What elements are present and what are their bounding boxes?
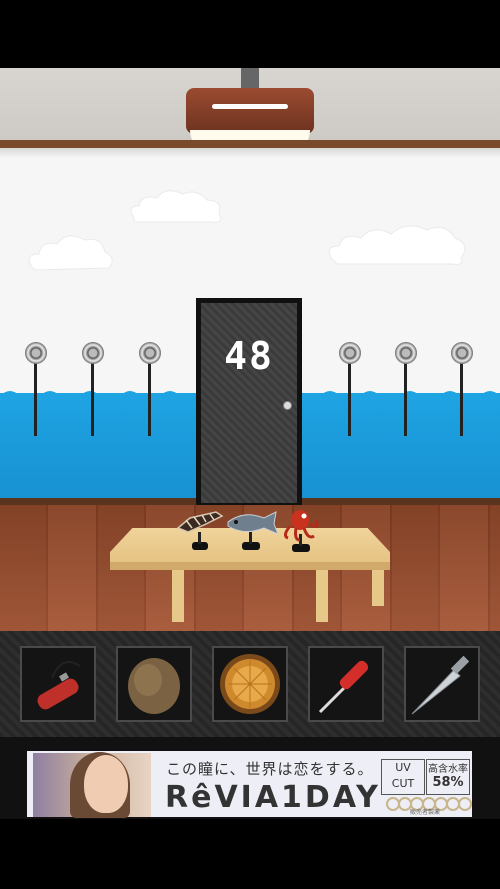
ceiling-lamp[interactable] [186,88,314,134]
hook-stem [348,356,351,436]
wall-shadow [0,148,500,158]
ceiling-trim [0,140,500,148]
table-leg [172,568,184,622]
ad-uv-line1: UV [395,761,411,774]
inventory-slot-1[interactable] [20,646,96,722]
cloud-icon [328,225,466,265]
hook-stem [460,356,463,436]
lamp-slit [212,104,288,109]
ad-brand: RêVIA1DAY [165,780,381,815]
wooden-bucket-icon [220,654,280,714]
ad-model-face [84,755,128,813]
ad-rate-value: 58% [432,775,464,790]
wall-hook-2[interactable] [82,342,104,364]
inventory-slot-2[interactable] [116,646,192,722]
screwdriver-icon [318,660,369,714]
ad-maker: 販売者製薬 [410,809,441,816]
inventory-slot-3[interactable] [212,646,288,722]
round-bread-icon [128,658,180,714]
ad-tagline: この瞳に、世界は恋をする。 [166,760,374,778]
fish-figure-icon[interactable] [224,508,280,552]
octopus-figure-icon[interactable] [282,508,322,554]
inventory-slot-4[interactable] [308,646,384,722]
wall-hook-1[interactable] [25,342,47,364]
room-scene: 48 [0,68,500,631]
table-leg [316,568,328,622]
hook-stem [148,356,151,436]
inventory-slot-5[interactable] [404,646,480,722]
hook-stem [34,356,37,436]
hook-stem [91,356,94,436]
wall-hook-5[interactable] [395,342,417,364]
table-leg [372,568,384,606]
ad-uv-line2: CUT [391,777,415,790]
cloud-icon [130,190,222,223]
kitchen-knife-icon [411,655,470,715]
hook-stem [404,356,407,436]
door-knob[interactable] [283,401,292,410]
wall-hook-3[interactable] [139,342,161,364]
wall-hook-6[interactable] [451,342,473,364]
table-edge [110,562,390,570]
ad-uv-badge: UV CUT [381,759,425,795]
fire-extinguisher-icon [37,661,81,710]
wall-hook-4[interactable] [339,342,361,364]
cloud-icon [28,235,113,271]
lens-icon [458,797,472,811]
crab-figure-icon[interactable] [176,506,224,552]
lamp-rod [241,68,259,90]
ad-rate-label: 高含水率 [428,764,468,775]
ad-rate-badge: 高含水率 58% [426,759,470,795]
door-number: 48 [224,334,274,378]
